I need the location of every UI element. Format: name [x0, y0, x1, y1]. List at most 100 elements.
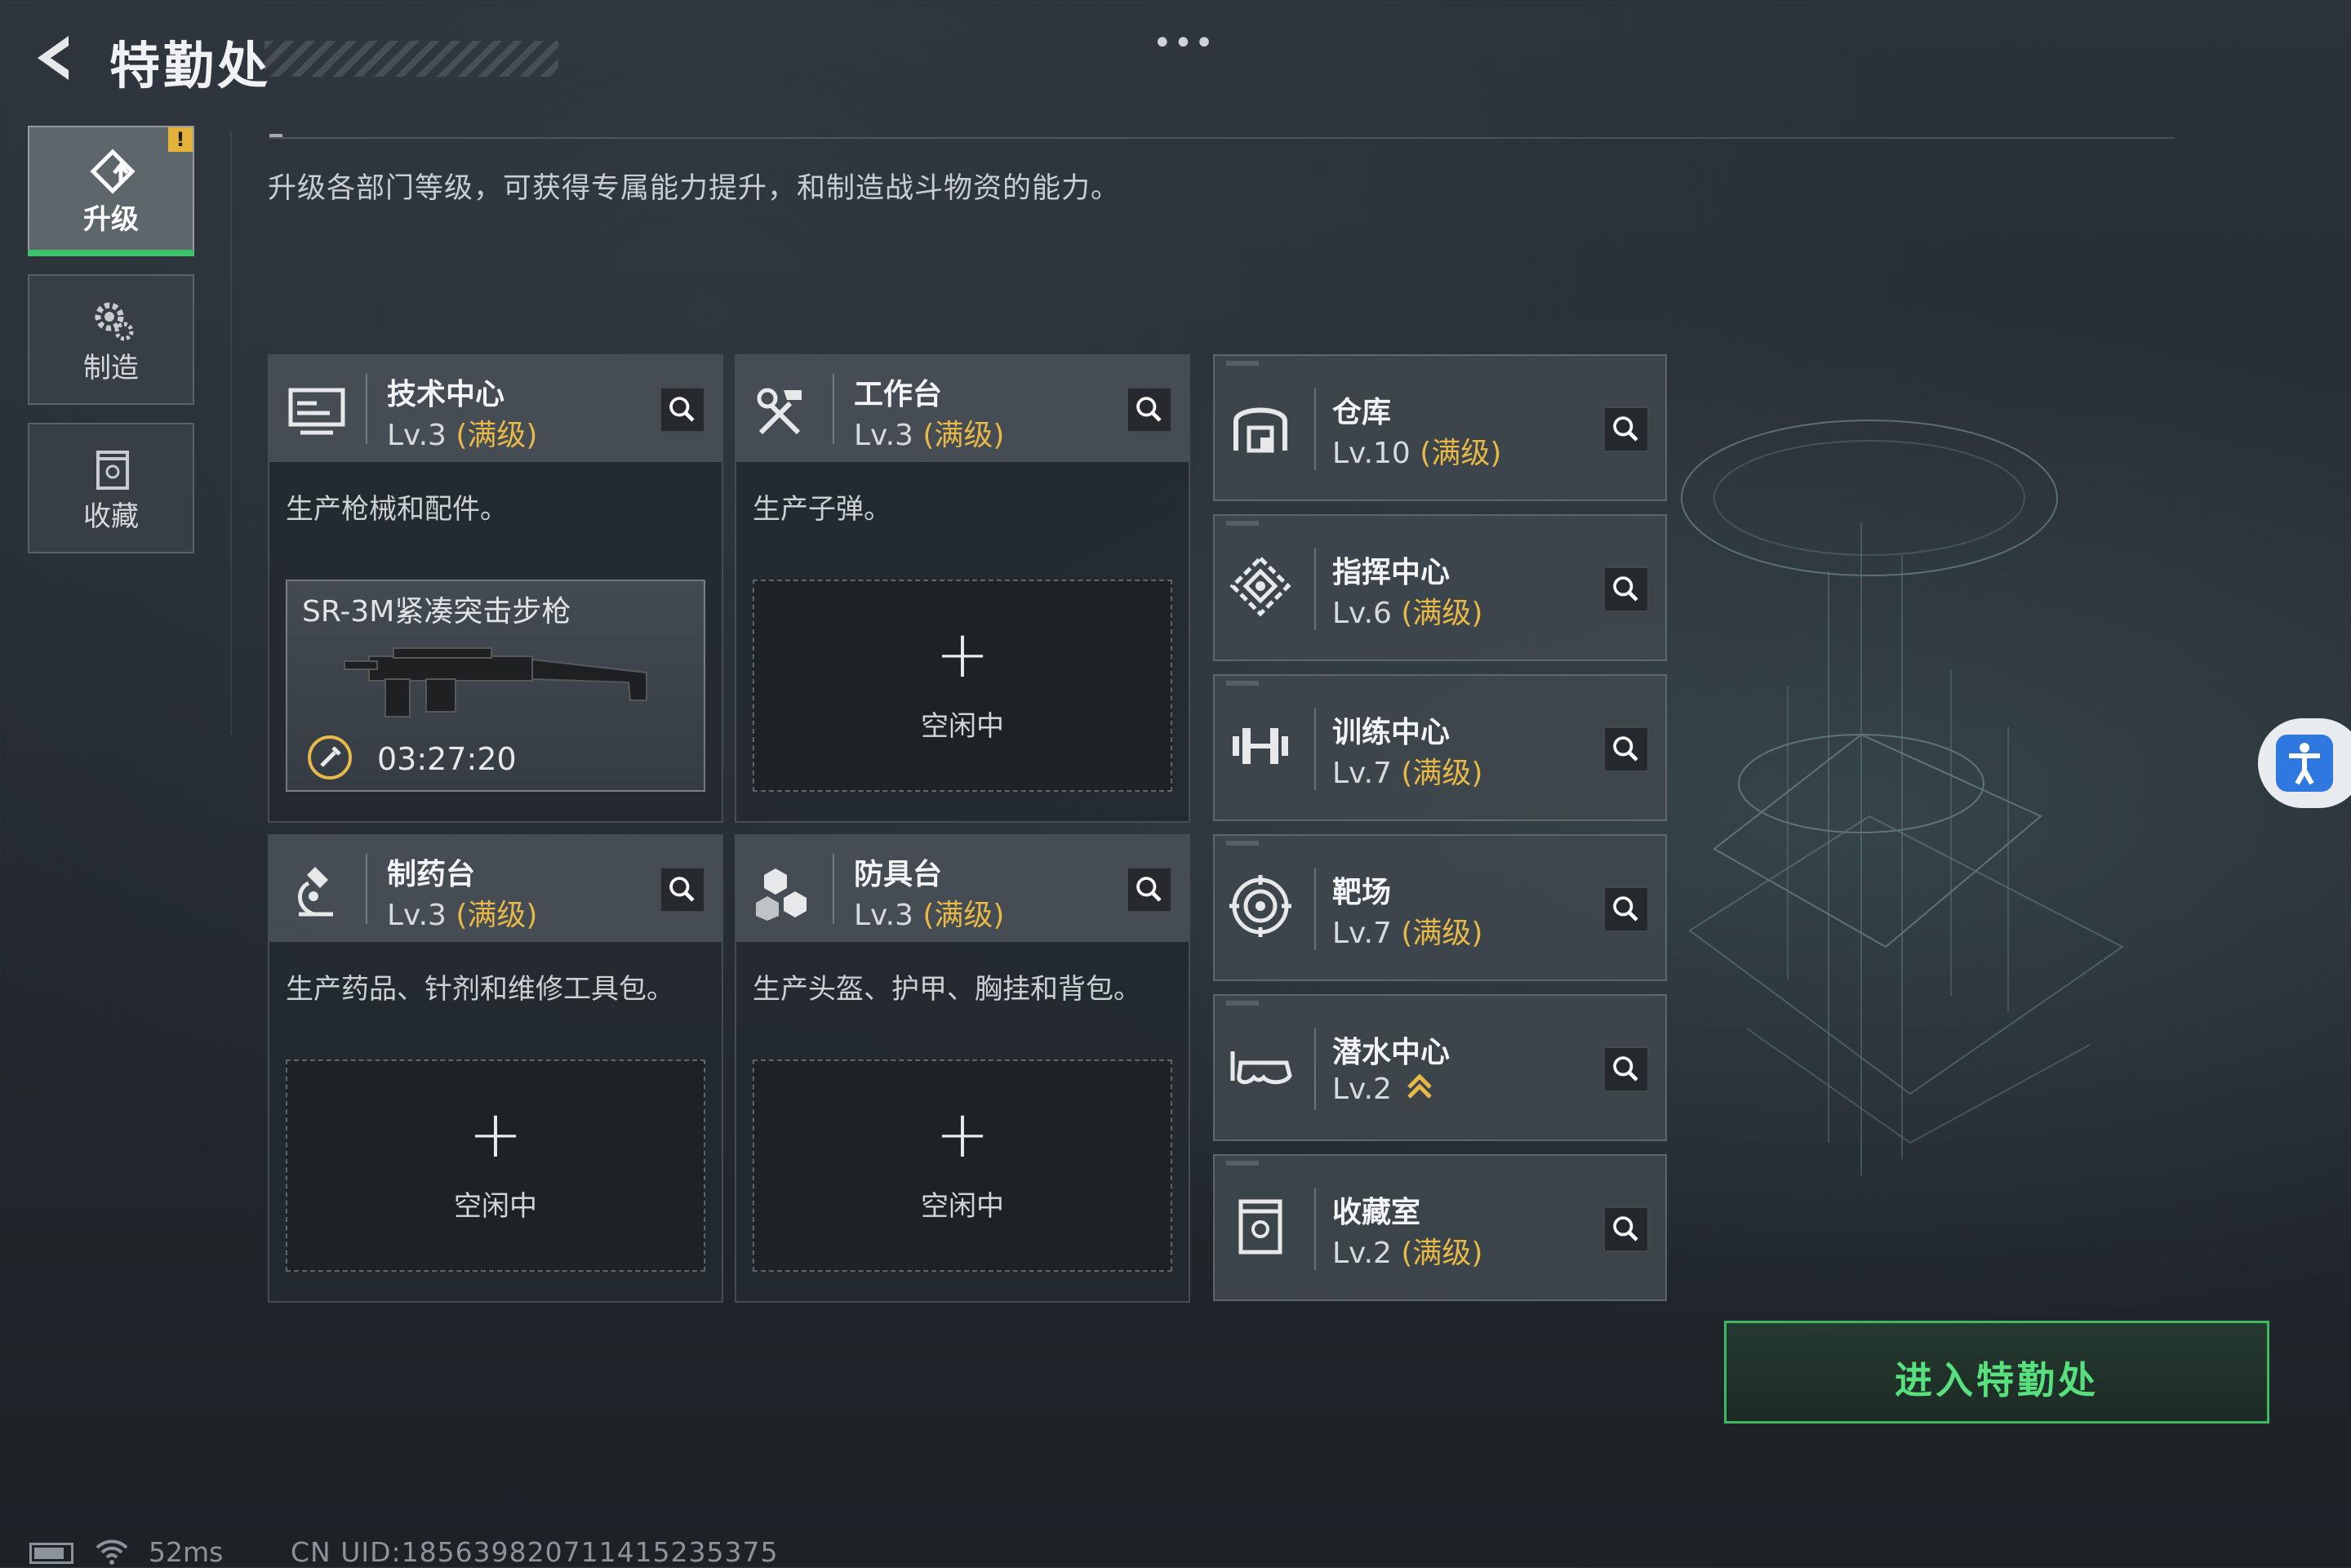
building-level: Lv.10 (满级)	[1332, 437, 1502, 470]
max-level-tag: (满级)	[1401, 917, 1483, 950]
production-slot[interactable]: + 空闲中	[753, 1059, 1172, 1272]
card-header: 技术中心 Lv.3 (满级)	[269, 356, 722, 462]
wrench-timer-icon	[308, 735, 352, 780]
search-button[interactable]	[1603, 886, 1649, 932]
building-level: Lv.7 (满级)	[1332, 917, 1483, 950]
building-name: 潜水中心	[1332, 1036, 1451, 1069]
building-name: 训练中心	[1332, 716, 1451, 749]
separator	[833, 374, 834, 444]
building-card-command-center[interactable]: 指挥中心 Lv.6 (满级)	[1213, 514, 1667, 661]
target-icon	[1229, 875, 1291, 937]
search-icon	[1613, 416, 1638, 442]
back-arrow-icon[interactable]	[26, 29, 83, 87]
building-card-collection-room[interactable]: 收藏室 Lv.2 (满级)	[1213, 1154, 1667, 1301]
dumbbell-icon	[1233, 728, 1288, 764]
sidebar-tab-upgrade[interactable]: 升级 !	[28, 126, 194, 256]
enter-special-ops-button[interactable]: 进入特勤处	[1724, 1321, 2269, 1424]
max-level-tag: (满级)	[1401, 1237, 1483, 1270]
active-indicator	[28, 250, 194, 256]
tools-icon	[757, 388, 802, 435]
search-button[interactable]	[1127, 387, 1172, 433]
collection-room-icon	[1238, 1199, 1282, 1255]
workshop-card-workbench: 工作台 Lv.3 (满级) 生产子弹。 + 空闲中	[735, 354, 1190, 823]
search-button[interactable]	[660, 387, 705, 433]
upgrade-icon	[90, 149, 136, 194]
alert-badge: !	[168, 127, 193, 152]
production-slot[interactable]: SR-3M紧凑突击步枪 03:27:20	[286, 580, 705, 792]
idle-label: 空闲中	[921, 710, 1004, 743]
building-name: 仓库	[1332, 396, 1392, 429]
ping-readout: 52ms	[149, 1536, 224, 1568]
workshop-level: Lv.3 (满级)	[387, 899, 538, 932]
card-tag	[1226, 1161, 1259, 1166]
search-icon	[1613, 1056, 1638, 1082]
sidebar-tab-collection[interactable]: 收藏	[28, 423, 194, 553]
search-button[interactable]	[1603, 566, 1649, 612]
max-level-tag: (满级)	[922, 419, 1005, 452]
armor-icon	[756, 868, 807, 921]
card-tag	[1226, 521, 1259, 526]
workshop-card-pharmacy: 制药台 Lv.3 (满级) 生产药品、针剂和维修工具包。 + 空闲中	[268, 834, 723, 1303]
building-name: 指挥中心	[1332, 556, 1451, 589]
add-icon: +	[935, 616, 990, 692]
building-name: 收藏室	[1332, 1196, 1421, 1229]
building-card-training-center[interactable]: 训练中心 Lv.7 (满级)	[1213, 674, 1667, 821]
add-icon: +	[935, 1096, 990, 1172]
building-card-warehouse[interactable]: 仓库 Lv.10 (满级)	[1213, 354, 1667, 501]
enter-button-label: 进入特勤处	[1895, 1358, 2099, 1402]
production-timer: 03:27:20	[377, 741, 517, 777]
workshop-level: Lv.3 (满级)	[387, 419, 538, 452]
separator	[1314, 1028, 1316, 1110]
search-button[interactable]	[1127, 867, 1172, 913]
separator	[1314, 708, 1316, 790]
search-button[interactable]	[660, 867, 705, 913]
sidebar-tab-label: 收藏	[83, 500, 139, 533]
separator	[366, 854, 367, 924]
max-level-tag: (满级)	[1401, 597, 1483, 630]
building-name: 靶场	[1332, 876, 1392, 909]
search-button[interactable]	[1603, 406, 1649, 452]
card-tag	[1226, 361, 1259, 366]
divider	[269, 137, 2175, 139]
max-level-tag: (满级)	[1401, 757, 1483, 790]
warehouse-icon	[1233, 407, 1287, 453]
workshop-description: 生产药品、针剂和维修工具包。	[286, 973, 674, 1006]
max-level-tag: (满级)	[1420, 437, 1502, 470]
separator	[1314, 549, 1316, 630]
sidebar-tab-craft[interactable]: 制造	[28, 274, 194, 405]
separator	[366, 374, 367, 444]
microscope-icon	[298, 867, 333, 917]
search-button[interactable]	[1603, 1046, 1649, 1092]
add-icon: +	[468, 1096, 523, 1172]
wifi-icon	[96, 1539, 128, 1565]
accessibility-button[interactable]	[2258, 718, 2351, 808]
building-card-shooting-range[interactable]: 靶场 Lv.7 (满级)	[1213, 834, 1667, 981]
search-icon	[669, 877, 695, 902]
building-level: Lv.7 (满级)	[1332, 757, 1483, 790]
workshop-card-tech-center: 技术中心 Lv.3 (满级) 生产枪械和配件。 SR-3M紧凑突击步枪 03:2…	[268, 354, 723, 823]
monitor-icon	[288, 388, 345, 435]
search-button[interactable]	[1603, 726, 1649, 772]
collection-icon	[96, 451, 129, 490]
search-button[interactable]	[1603, 1206, 1649, 1252]
separator	[1314, 868, 1316, 950]
workshop-level: Lv.3 (满级)	[854, 419, 1005, 452]
more-options-button[interactable]: •••	[1153, 24, 1215, 62]
card-header: 制药台 Lv.3 (满级)	[269, 836, 722, 942]
command-icon	[1229, 555, 1291, 617]
workshop-name: 技术中心	[387, 378, 505, 411]
upgrade-available-icon	[1407, 1073, 1433, 1099]
search-icon	[1136, 397, 1162, 422]
workshop-name: 制药台	[387, 858, 476, 891]
gear-icon	[95, 302, 134, 341]
idle-label: 空闲中	[921, 1190, 1004, 1223]
accessibility-icon	[2276, 735, 2333, 792]
production-slot[interactable]: + 空闲中	[286, 1059, 705, 1272]
sidebar-tab-label: 升级	[83, 203, 139, 236]
card-header: 防具台 Lv.3 (满级)	[736, 836, 1189, 942]
building-card-diving-center[interactable]: 潜水中心 Lv.2	[1213, 994, 1667, 1141]
rifle-image	[344, 647, 647, 717]
production-slot[interactable]: + 空闲中	[753, 580, 1172, 792]
workshop-description: 生产枪械和配件。	[286, 493, 508, 526]
search-icon	[1613, 896, 1638, 922]
